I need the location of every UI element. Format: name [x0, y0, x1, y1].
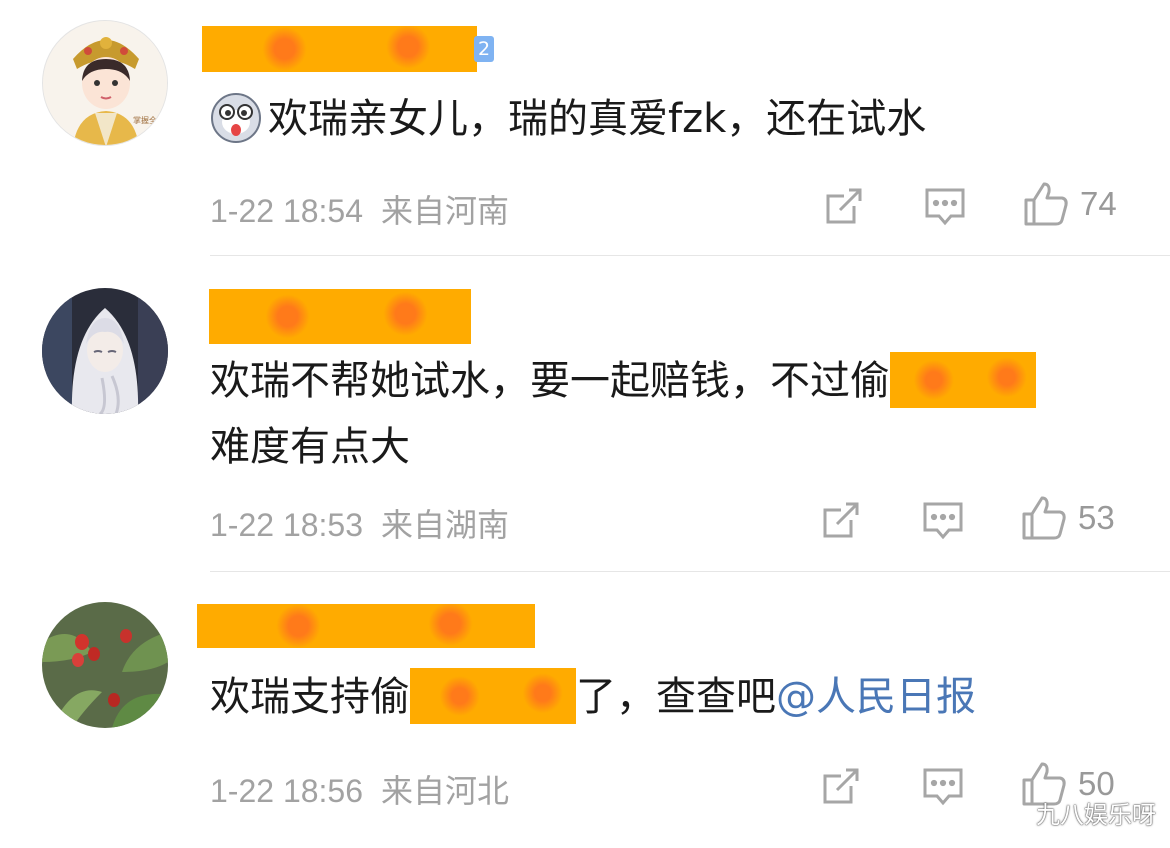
share-button[interactable]	[819, 764, 863, 808]
like-count: 74	[1080, 185, 1117, 222]
comment-text: 欢瑞亲女儿，瑞的真爱fzk，还在试水	[210, 88, 926, 150]
reply-button[interactable]	[921, 498, 965, 542]
comment-body: 欢瑞亲女儿，瑞的真爱fzk，还在试水	[268, 96, 927, 142]
comment-time: 1-22 18:54	[210, 193, 364, 229]
share-icon	[823, 502, 859, 538]
comment-text: 欢瑞支持偷 了，查查吧@人民日报	[210, 666, 976, 728]
comment-body: 欢瑞支持偷	[210, 674, 410, 720]
level-badge: 2	[474, 36, 494, 62]
comment-body: 欢瑞不帮她试水，要一起赔钱，不过偷	[210, 358, 890, 404]
username-masked[interactable]	[197, 604, 535, 648]
comment-icon	[923, 768, 963, 806]
mention-link[interactable]: @人民日报	[776, 674, 976, 720]
username-masked[interactable]	[209, 289, 471, 344]
thumbs-up-icon	[1022, 496, 1066, 540]
share-button[interactable]	[819, 498, 863, 542]
reply-button[interactable]	[921, 764, 965, 808]
comment-text-line2: 难度有点大	[210, 424, 410, 470]
comment-location: 来自湖南	[381, 507, 510, 543]
thumbs-up-icon	[1024, 182, 1068, 226]
share-button[interactable]	[822, 184, 866, 228]
masked-text	[410, 668, 576, 724]
dog-face-emoji	[210, 92, 262, 144]
divider	[210, 255, 1170, 256]
comment-location: 来自河南	[381, 193, 510, 229]
comment-meta: 1-22 18:54 来自河南	[210, 186, 509, 232]
comment-time: 1-22 18:56	[210, 773, 364, 809]
share-icon	[826, 188, 862, 224]
comment-icon	[923, 502, 963, 540]
comment-body-rest: 了，查查吧	[576, 674, 776, 720]
comment-meta: 1-22 18:56 来自河北	[210, 766, 509, 812]
comment-meta: 1-22 18:53 来自湖南	[210, 500, 509, 546]
reply-button[interactable]	[923, 184, 967, 228]
svg-text:掌握全局~: 掌握全局~	[133, 115, 168, 125]
divider	[210, 571, 1170, 572]
like-button[interactable]: 53	[1020, 494, 1115, 542]
comment-time: 1-22 18:53	[210, 507, 364, 543]
avatar[interactable]	[42, 602, 168, 728]
comment-location: 来自河北	[381, 773, 510, 809]
avatar[interactable]: 掌握全局~	[42, 20, 168, 146]
share-icon	[823, 768, 859, 804]
avatar[interactable]	[42, 288, 168, 414]
masked-text	[890, 352, 1036, 408]
comment-text: 欢瑞不帮她试水，要一起赔钱，不过偷	[210, 350, 1036, 412]
username-masked[interactable]	[202, 26, 477, 72]
watermark: 九八娱乐呀	[1036, 801, 1156, 829]
comment-icon	[925, 188, 965, 226]
like-button[interactable]: 74	[1022, 180, 1117, 228]
like-count: 53	[1078, 499, 1115, 536]
